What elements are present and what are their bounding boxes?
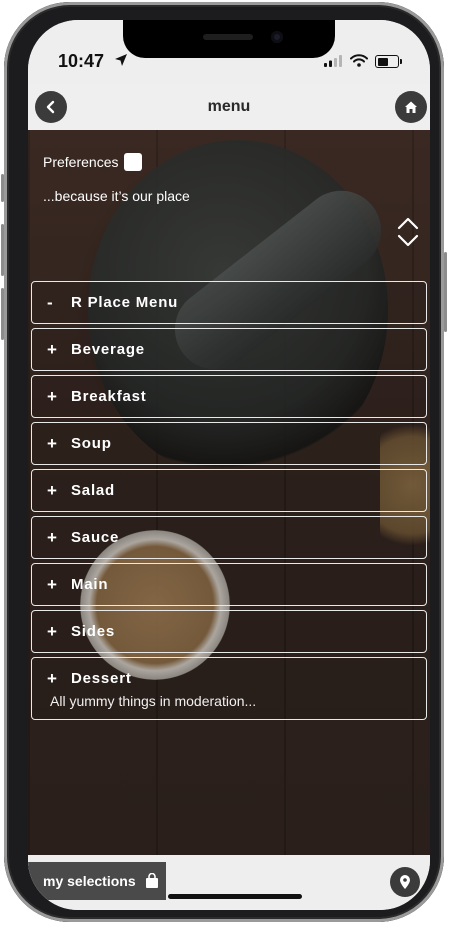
expand-sign: + xyxy=(47,386,57,406)
menu-item-soup[interactable]: + Soup xyxy=(31,422,427,465)
wifi-icon xyxy=(350,54,368,67)
menu-item-sauce[interactable]: + Sauce xyxy=(31,516,427,559)
menu-item-label: Soup xyxy=(71,435,112,452)
expand-collapse-icon[interactable] xyxy=(396,216,420,248)
collapse-sign: - xyxy=(47,292,53,312)
menu-item-label: Breakfast xyxy=(71,388,147,405)
menu-item-label: Salad xyxy=(71,482,116,499)
speaker xyxy=(203,34,253,40)
menu-item-salad[interactable]: + Salad xyxy=(31,469,427,512)
screen: 10:47 menu Preferences ...because it’s o… xyxy=(28,20,430,910)
cellular-signal-icon xyxy=(324,55,342,67)
menu-item-main[interactable]: + Main xyxy=(31,563,427,606)
power-button xyxy=(444,252,447,332)
battery-icon xyxy=(375,55,402,68)
status-time: 10:47 xyxy=(58,51,105,71)
preferences-checkbox[interactable] xyxy=(124,153,143,171)
menu-item-label: Beverage xyxy=(71,341,145,358)
menu-item-description: All yummy things in moderation... xyxy=(50,693,257,709)
menu-item-label: Sauce xyxy=(71,529,120,546)
expand-sign: + xyxy=(47,574,57,594)
menu-list: - R Place Menu + Beverage + Breakfast + … xyxy=(31,281,427,724)
bottom-bar: my selections xyxy=(28,855,430,910)
my-selections-label: my selections xyxy=(43,873,136,889)
menu-item-label: R Place Menu xyxy=(71,294,179,311)
notch xyxy=(123,20,335,58)
location-arrow-icon xyxy=(115,54,127,66)
mute-switch xyxy=(1,174,4,202)
expand-sign: + xyxy=(47,339,57,359)
navigation-bar: menu xyxy=(28,84,430,130)
tagline: ...because it’s our place xyxy=(43,188,190,204)
menu-item-breakfast[interactable]: + Breakfast xyxy=(31,375,427,418)
menu-item-label: Dessert xyxy=(71,670,132,687)
expand-sign: + xyxy=(47,433,57,453)
menu-item-sides[interactable]: + Sides xyxy=(31,610,427,653)
menu-item-r-place-menu[interactable]: - R Place Menu xyxy=(31,281,427,324)
menu-item-label: Sides xyxy=(71,623,116,640)
volume-down-button xyxy=(1,288,4,340)
expand-sign: + xyxy=(47,527,57,547)
home-icon xyxy=(405,101,417,113)
home-button[interactable] xyxy=(395,91,427,123)
menu-item-beverage[interactable]: + Beverage xyxy=(31,328,427,371)
location-button[interactable] xyxy=(390,867,420,897)
expand-sign: + xyxy=(47,621,57,641)
map-pin-icon xyxy=(400,875,410,889)
expand-sign: + xyxy=(47,480,57,500)
shopping-bag-icon xyxy=(145,873,158,888)
preferences-row: Preferences xyxy=(43,153,143,171)
preferences-label: Preferences xyxy=(43,154,119,170)
expand-sign: + xyxy=(47,668,57,688)
phone-frame: 10:47 menu Preferences ...because it’s o… xyxy=(1,2,447,922)
menu-item-dessert[interactable]: + Dessert All yummy things in moderation… xyxy=(31,657,427,720)
menu-item-label: Main xyxy=(71,576,109,593)
my-selections-button[interactable]: my selections xyxy=(28,862,166,900)
menu-content: Preferences ...because it’s our place - … xyxy=(28,130,430,855)
volume-up-button xyxy=(1,224,4,276)
page-title: menu xyxy=(207,98,251,115)
front-camera xyxy=(271,31,283,43)
home-indicator xyxy=(168,894,302,899)
